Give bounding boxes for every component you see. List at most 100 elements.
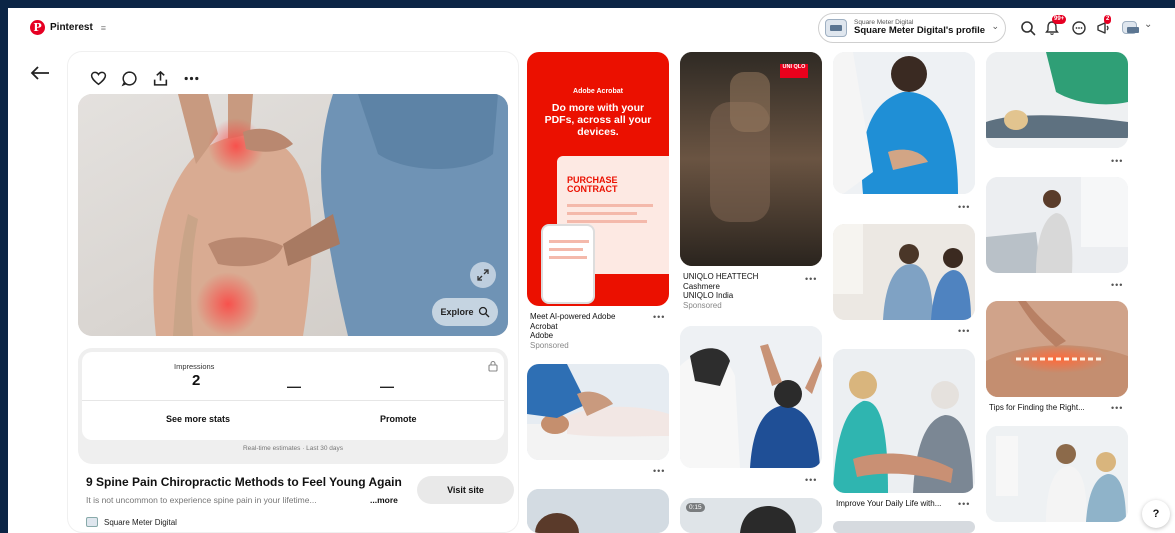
author-avatar-icon — [86, 517, 98, 527]
adobe-caption-title: Meet AI-powered Adobe Acrobat — [530, 312, 616, 331]
spine-model-photo — [986, 426, 1128, 522]
massage-pin[interactable] — [527, 364, 669, 460]
uniqlo-caption-2: Cashmere — [683, 281, 720, 291]
adobe-ad-pin[interactable]: Adobe Acrobat Do more with your PDFs, ac… — [527, 52, 669, 306]
impressions-value: 2 — [192, 372, 201, 389]
adobe-sponsored: Sponsored — [530, 340, 569, 350]
document-heading: PURCHASE CONTRACT — [567, 175, 618, 195]
account-chevron-icon[interactable]: ⌄ — [1144, 19, 1152, 30]
messages-icon[interactable] — [1071, 20, 1087, 36]
adobe-headline: Do more with your PDFs, across all your … — [544, 102, 652, 139]
promote-button[interactable]: Promote — [380, 414, 417, 424]
partial-photo-1 — [527, 489, 669, 533]
expand-icon — [477, 269, 489, 281]
knee-therapy-more-options-icon[interactable]: ••• — [958, 499, 970, 509]
spine-glow-photo — [986, 301, 1128, 397]
logo-text: Pinterest — [50, 22, 93, 33]
adobe-advertiser: Adobe — [530, 331, 554, 341]
spine-glow-more-options-icon[interactable]: ••• — [1111, 403, 1123, 413]
share-icon[interactable] — [152, 70, 169, 87]
feed-pin-partial-3[interactable] — [833, 521, 975, 533]
menu-icon[interactable]: ≡ — [101, 23, 106, 33]
stretch-photo — [680, 326, 822, 468]
back-pain-more-options-icon[interactable]: ••• — [1111, 280, 1123, 290]
back-pain-pin[interactable] — [986, 177, 1128, 273]
uniqlo-photo — [680, 52, 822, 266]
massage-table-photo — [986, 52, 1128, 148]
spine-glow-caption: Tips for Finding the Right... — [989, 403, 1085, 412]
adobe-more-options-icon[interactable]: ••• — [653, 312, 665, 322]
notification-badge: 99+ — [1052, 15, 1067, 24]
back-exam-pin[interactable] — [833, 52, 975, 194]
heart-icon[interactable] — [90, 70, 107, 87]
estimates-note: Real-time estimates · Last 30 days — [242, 445, 344, 452]
neck-stretch-pin[interactable] — [833, 224, 975, 320]
adobe-caption: Meet AI-powered Adobe Acrobat Adobe Spon… — [530, 312, 640, 350]
pin-hero-image[interactable]: Explore — [78, 94, 508, 336]
knee-therapy-photo — [833, 349, 975, 493]
uniqlo-sponsored: Sponsored — [683, 300, 722, 310]
pin-actions — [90, 70, 200, 87]
expand-button[interactable] — [470, 262, 496, 288]
search-icon[interactable] — [1020, 20, 1036, 36]
feed-pin-partial-1[interactable] — [527, 489, 669, 533]
pinterest-logo-icon: P — [30, 20, 45, 35]
pin-detail-card: Explore Impressions 2 — — See more stats — [68, 52, 518, 532]
spine-model-pin[interactable] — [986, 426, 1128, 522]
lock-icon — [488, 360, 498, 372]
help-button[interactable]: ? — [1142, 500, 1170, 528]
see-more-stats-button[interactable]: See more stats — [166, 414, 230, 424]
pin-description: It is not uncommon to experience spine p… — [86, 495, 317, 505]
knee-therapy-caption: Improve Your Daily Life with... — [836, 499, 942, 508]
pinterest-app: P Pinterest ≡ Square Meter Digital Squar… — [8, 8, 1175, 533]
spine-glow-pin[interactable] — [986, 301, 1128, 397]
comment-icon[interactable] — [121, 70, 138, 87]
pin-stats-panel: Impressions 2 — — See more stats Promote… — [78, 348, 508, 464]
profile-switcher[interactable]: Square Meter Digital Square Meter Digita… — [818, 13, 1006, 43]
explore-label: Explore — [440, 307, 474, 317]
phone-mockup — [541, 224, 595, 304]
pin-author[interactable]: Square Meter Digital — [86, 517, 177, 527]
uniqlo-logo: UNI QLO — [780, 64, 808, 78]
business-avatar-icon — [825, 19, 847, 37]
neck-stretch-more-options-icon[interactable]: ••• — [958, 326, 970, 336]
uniqlo-ad-pin[interactable]: UNI QLO — [680, 52, 822, 266]
stat-placeholder-2: — — [380, 378, 394, 394]
impressions-label: Impressions — [174, 362, 215, 371]
uniqlo-more-options-icon[interactable]: ••• — [805, 274, 817, 284]
updates-badge: 2 — [1104, 15, 1112, 24]
uniqlo-advertiser: UNIQLO India — [683, 291, 734, 301]
account-avatar[interactable] — [1122, 21, 1139, 34]
more-link[interactable]: ...more — [370, 495, 398, 505]
stretch-more-options-icon[interactable]: ••• — [805, 475, 817, 485]
back-arrow-icon[interactable] — [29, 64, 51, 82]
more-options-icon[interactable] — [183, 70, 200, 87]
notifications-button[interactable]: 99+ — [1044, 15, 1067, 36]
video-duration: 0:15 — [686, 503, 705, 512]
video-pin[interactable]: 0:15 — [680, 498, 822, 533]
stretch-pin[interactable] — [680, 326, 822, 468]
updates-button[interactable]: 2 — [1096, 15, 1112, 36]
back-exam-photo — [833, 52, 975, 194]
back-exam-more-options-icon[interactable]: ••• — [958, 202, 970, 212]
stats-divider — [82, 400, 504, 401]
uniqlo-caption: UNIQLO HEATTECH Cashmere UNIQLO India Sp… — [683, 272, 793, 310]
massage-photo — [527, 364, 669, 460]
back-pain-photo — [986, 177, 1128, 273]
explore-button[interactable]: Explore — [432, 298, 498, 326]
massage-table-more-options-icon[interactable]: ••• — [1111, 156, 1123, 166]
profile-name: Square Meter Digital's profile — [854, 25, 986, 37]
uniqlo-caption-1: UNIQLO HEATTECH — [683, 272, 759, 281]
knee-therapy-pin[interactable] — [833, 349, 975, 493]
adobe-brand: Adobe Acrobat — [573, 88, 623, 95]
pin-title: 9 Spine Pain Chiropractic Methods to Fee… — [86, 475, 402, 489]
chevron-down-icon: ⌄ — [991, 21, 999, 31]
account-avatar-icon — [1122, 21, 1139, 34]
top-bar: P Pinterest ≡ Square Meter Digital Squar… — [8, 8, 1175, 48]
massage-more-options-icon[interactable]: ••• — [653, 466, 665, 476]
massage-table-pin[interactable] — [986, 52, 1128, 148]
stat-placeholder-1: — — [287, 378, 301, 394]
pinterest-logo[interactable]: P Pinterest ≡ — [30, 20, 106, 35]
visit-site-button[interactable]: Visit site — [417, 476, 514, 504]
author-name: Square Meter Digital — [104, 517, 177, 527]
